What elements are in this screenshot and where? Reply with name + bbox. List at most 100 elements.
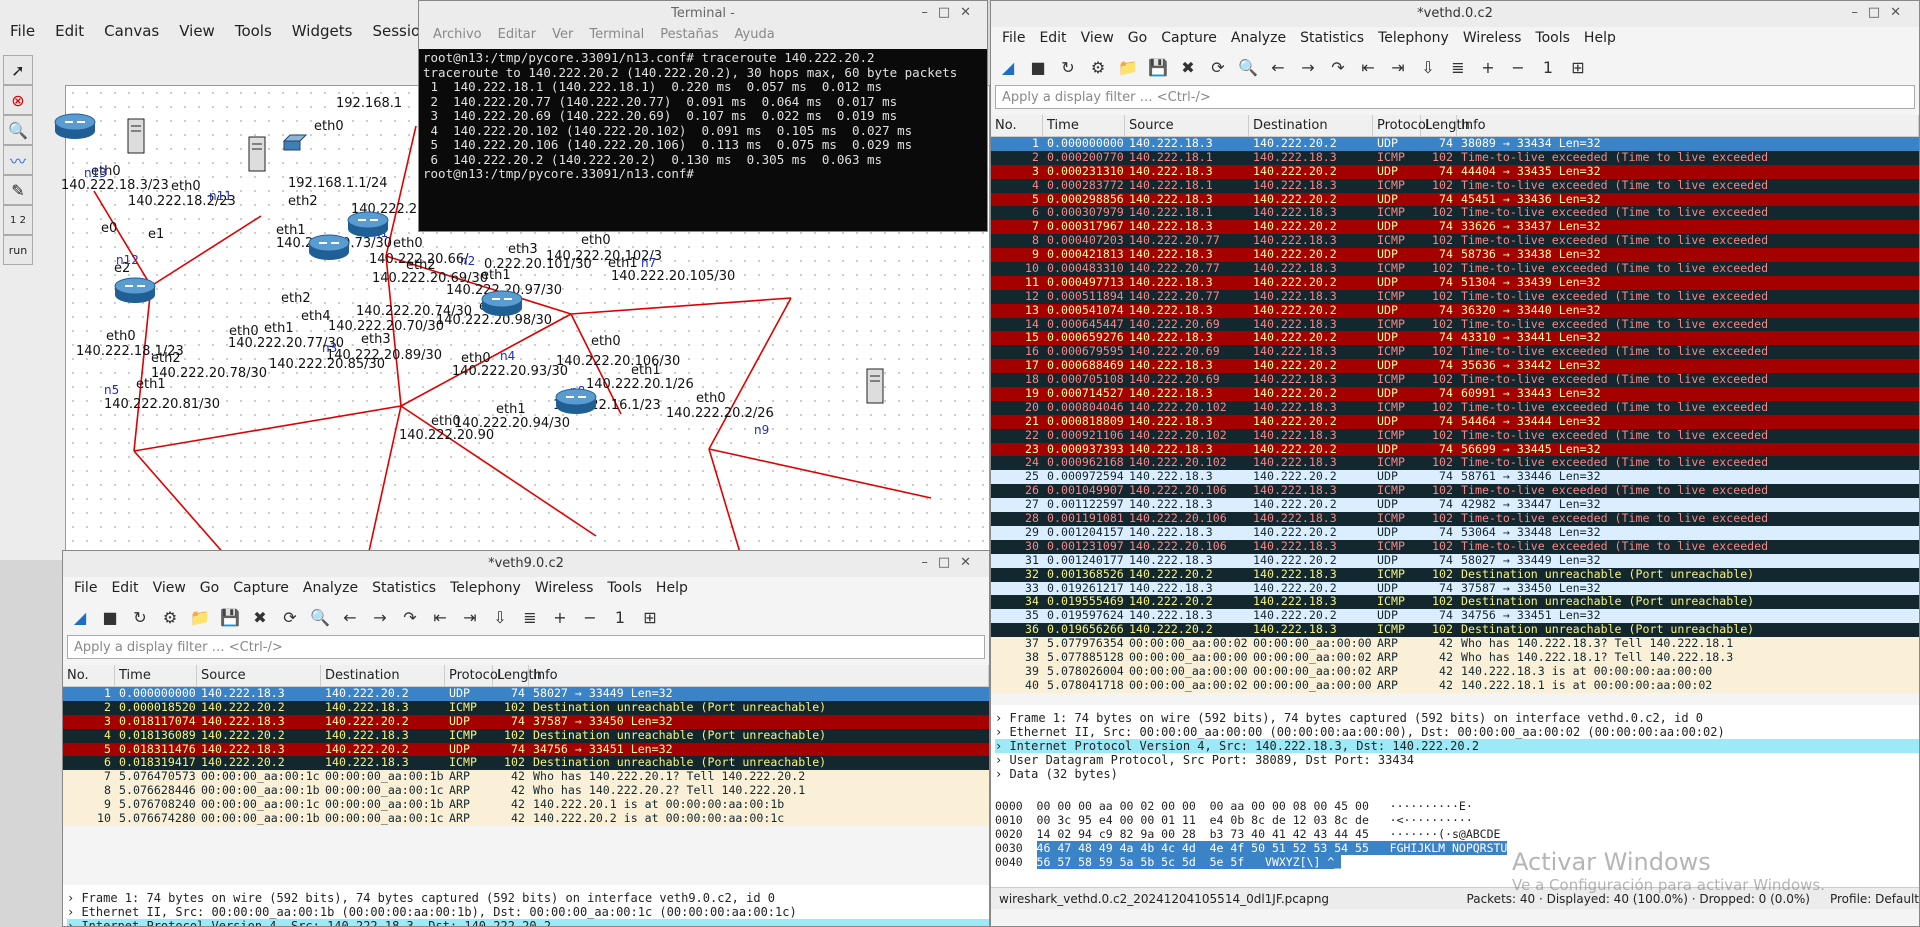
column-header-length[interactable]: Length [493, 665, 542, 686]
window-controls-icon[interactable]: –□✕ [921, 555, 981, 570]
node-id-label[interactable]: n3 [322, 341, 337, 355]
zoom-in-icon[interactable]: + [1475, 54, 1501, 80]
detail-line[interactable]: › Internet Protocol Version 4, Src: 140.… [995, 739, 1919, 753]
column-header-source[interactable]: Source [197, 665, 321, 686]
ws-right-filter-input[interactable]: Apply a display filter … <Ctrl-/> [995, 85, 1915, 109]
column-header-time[interactable]: Time [115, 665, 197, 686]
core-menu-item[interactable]: Canvas [94, 22, 169, 44]
packet-row[interactable]: 22 0.000921106 140.222.20.102 140.222.18.3 I… [991, 428, 1919, 443]
ws-menu-item[interactable]: Tools [600, 580, 649, 596]
packet-row[interactable]: 16 0.000679595 140.222.20.69 140.222.18.3 IC… [991, 345, 1919, 360]
ws-menu-item[interactable]: Statistics [365, 580, 443, 596]
normal-size-icon[interactable]: 1 [607, 604, 633, 630]
ws-left-filter-input[interactable]: Apply a display filter … <Ctrl-/> [67, 635, 985, 659]
ws-menu-item[interactable]: Wireless [1456, 30, 1529, 46]
node-id-label[interactable]: n9 [754, 423, 769, 437]
column-header-protocol[interactable]: Protocol [445, 665, 501, 686]
packet-row[interactable]: 26 0.001049907 140.222.20.106 140.222.18.3 I… [991, 484, 1919, 499]
column-header-no[interactable]: No. [991, 115, 1043, 136]
close-file-icon[interactable]: ✖ [1175, 54, 1201, 80]
save-file-icon[interactable]: 💾 [1145, 54, 1171, 80]
packet-row[interactable]: 21 0.000818809 140.222.18.3 140.222.20.2 UDP… [991, 414, 1919, 429]
packet-row[interactable]: 12 0.000511894 140.222.20.77 140.222.18.3 IC… [991, 289, 1919, 304]
column-header-destination[interactable]: Destination [321, 665, 445, 686]
ws-menu-item[interactable]: Tools [1528, 30, 1577, 46]
resize-columns-icon[interactable]: ⊞ [1565, 54, 1591, 80]
plot-icon[interactable]: 〰 [3, 145, 33, 175]
router-icon[interactable] [113, 275, 157, 309]
packet-row[interactable]: 35 0.019597624 140.222.18.3 140.222.20.2 UDP… [991, 609, 1919, 624]
ws-menu-item[interactable]: View [1074, 30, 1121, 46]
packet-row[interactable]: 9 0.000421813 140.222.18.3 140.222.20.2 UDP 7… [991, 248, 1919, 263]
packet-row[interactable]: 4 0.000283772 140.222.18.1 140.222.18.3 ICMP… [991, 178, 1919, 193]
packet-row[interactable]: 27 0.001122597 140.222.18.3 140.222.20.2 UDP… [991, 498, 1919, 513]
router-icon[interactable] [554, 386, 598, 420]
packet-row[interactable]: 3 0.018117074 140.222.18.3 140.222.20.2 UDP 7… [63, 714, 989, 729]
restart-capture-icon[interactable]: ↻ [1055, 54, 1081, 80]
colorize-icon[interactable]: ≣ [517, 604, 543, 630]
detail-line[interactable]: › Ethernet II, Src: 00:00:00_aa:00:00 (0… [995, 725, 1919, 739]
window-controls-icon[interactable]: –□✕ [921, 5, 981, 20]
core-menu-item[interactable]: Tools [225, 22, 282, 44]
terminal-menu-item[interactable]: Ver [544, 27, 581, 49]
column-header-no[interactable]: No. [63, 665, 115, 686]
packet-row[interactable]: 24 0.000962168 140.222.20.102 140.222.18.3 I… [991, 456, 1919, 471]
column-header-info[interactable]: Info [529, 665, 989, 686]
zoom-icon[interactable]: 🔍 [3, 115, 33, 145]
column-header-destination[interactable]: Destination [1249, 115, 1373, 136]
column-header-protocol[interactable]: Protocol [1373, 115, 1429, 136]
colorize-icon[interactable]: ≣ [1445, 54, 1471, 80]
twonode-icon[interactable]: 1 2 [3, 205, 33, 235]
autoscroll-icon[interactable]: ⇩ [487, 604, 513, 630]
terminal-menu-item[interactable]: Archivo [425, 27, 490, 49]
terminal-output[interactable]: root@n13:/tmp/pycore.33091/n13.conf# tra… [419, 49, 987, 231]
ws-right-packet-list[interactable]: 1 0.000000000 140.222.18.3 140.222.20.2 UDP 7… [991, 137, 1919, 705]
packet-row[interactable]: 6 0.018319417 140.222.20.2 140.222.18.3 ICMP… [63, 756, 989, 771]
packet-row[interactable]: 15 0.000659276 140.222.18.3 140.222.20.2 UDP… [991, 331, 1919, 346]
packet-row[interactable]: 4 0.018136089 140.222.20.2 140.222.18.3 ICMP… [63, 728, 989, 743]
open-file-icon[interactable]: 📁 [1115, 54, 1141, 80]
detail-line[interactable]: › Internet Protocol Version 4, Src: 140.… [67, 919, 989, 926]
packet-row[interactable]: 32 0.001368526 140.222.20.2 140.222.18.3 ICM… [991, 567, 1919, 582]
ws-menu-item[interactable]: Edit [104, 580, 145, 596]
normal-size-icon[interactable]: 1 [1535, 54, 1561, 80]
ws-menu-item[interactable]: Capture [1154, 30, 1224, 46]
packet-row[interactable]: 3 0.000231310 140.222.18.3 140.222.20.2 UDP 7… [991, 164, 1919, 179]
stop-icon[interactable]: ⊗ [3, 85, 33, 115]
ws-menu-item[interactable]: Help [1577, 30, 1623, 46]
packet-row[interactable]: 33 0.019261217 140.222.18.3 140.222.20.2 UDP… [991, 581, 1919, 596]
terminal-menu-item[interactable]: Terminal [581, 27, 652, 49]
core-menu-item[interactable]: Session [362, 22, 420, 44]
packet-row[interactable]: 5 0.000298856 140.222.18.3 140.222.20.2 UDP 7… [991, 192, 1919, 207]
column-header-length[interactable]: Length [1421, 115, 1470, 136]
options-icon[interactable]: ⚙ [1085, 54, 1111, 80]
reload-icon[interactable]: ⟳ [1205, 54, 1231, 80]
packet-row[interactable]: 9 5.076708240 00:00:00_aa:00:1c 00:00:00_aa… [63, 798, 989, 813]
last-icon[interactable]: ⇥ [457, 604, 483, 630]
zoom-out-icon[interactable]: − [577, 604, 603, 630]
column-header-info[interactable]: Info [1457, 115, 1919, 136]
packet-row[interactable]: 6 0.000307979 140.222.18.1 140.222.18.3 ICMP… [991, 206, 1919, 221]
shark-fin-icon[interactable]: ◢ [67, 604, 93, 630]
packet-row[interactable]: 29 0.001204157 140.222.18.3 140.222.20.2 UDP… [991, 525, 1919, 540]
packet-row[interactable]: 8 5.076628446 00:00:00_aa:00:1b 00:00:00_aa… [63, 784, 989, 799]
core-menu-item[interactable]: File [0, 22, 45, 44]
ws-menu-item[interactable]: View [146, 580, 193, 596]
ws-menu-item[interactable]: Capture [226, 580, 296, 596]
ws-menu-item[interactable]: Go [1121, 30, 1154, 46]
back-icon[interactable]: ← [1265, 54, 1291, 80]
ws-menu-item[interactable]: Help [649, 580, 695, 596]
goto-icon[interactable]: ↷ [1325, 54, 1351, 80]
packet-row[interactable]: 10 5.076674280 00:00:00_aa:00:1b 00:00:00_a… [63, 812, 989, 826]
packet-row[interactable]: 30 0.001231097 140.222.20.106 140.222.18.3 I… [991, 539, 1919, 554]
packet-row[interactable]: 20 0.000804046 140.222.20.102 140.222.18.3 I… [991, 400, 1919, 415]
terminal-menu-item[interactable]: Ayuda [727, 27, 783, 49]
zoom-in-icon[interactable]: + [547, 604, 573, 630]
node-id-label[interactable]: n7 [641, 256, 656, 270]
marker-icon[interactable]: ✎ [3, 175, 33, 205]
host-icon[interactable] [126, 118, 146, 158]
packet-row[interactable]: 17 0.000688469 140.222.18.3 140.222.20.2 UDP… [991, 359, 1919, 374]
node-id-label[interactable]: n12 [116, 253, 139, 267]
ws-menu-item[interactable]: File [995, 30, 1032, 46]
ws-menu-item[interactable]: Analyze [1224, 30, 1293, 46]
